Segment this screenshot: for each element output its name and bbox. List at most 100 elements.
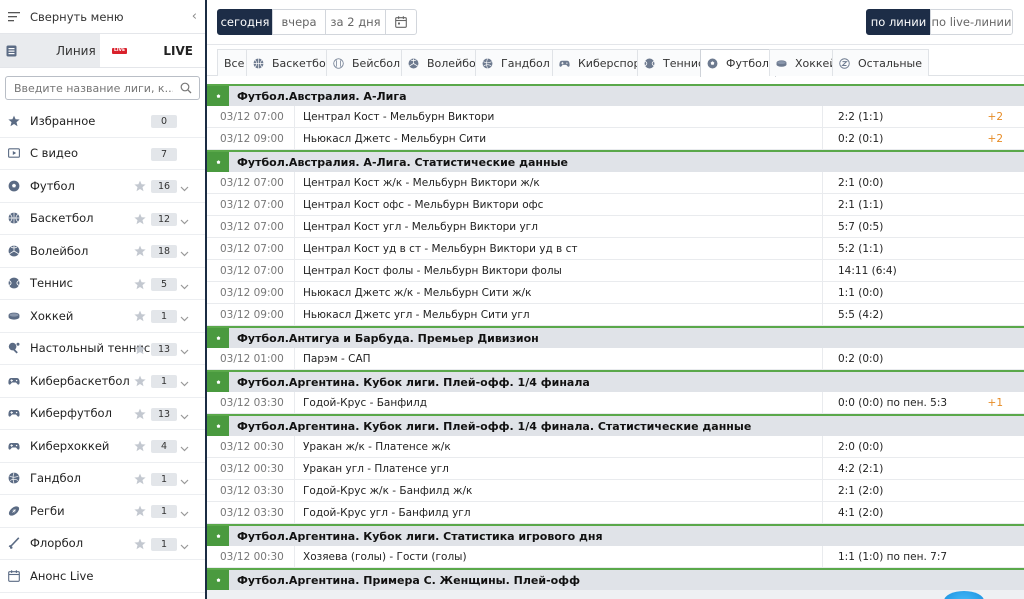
event-time: 03/12 07:00 (220, 220, 284, 233)
sidebar-item-label: Избранное (30, 113, 96, 128)
chevron-down-icon[interactable] (180, 506, 189, 520)
basketball-icon (7, 212, 20, 225)
favorite-star-icon[interactable] (134, 245, 146, 260)
league-search-input[interactable] (6, 77, 199, 99)
collapse-menu-button[interactable]: Свернуть меню ‹ (0, 0, 205, 34)
event-row[interactable]: 03/12 01:00 Парэм - САП 0:2 (0:0) (207, 348, 1024, 370)
event-teams: Централ Кост ж/к - Мельбурн Виктори ж/к (294, 172, 822, 193)
league-header[interactable]: Футбол.Антигуа и Барбуда. Премьер Дивизи… (207, 326, 1024, 348)
filter-today[interactable]: сегодня (217, 9, 273, 35)
sidebar-item[interactable]: Футбол 16 (0, 170, 205, 203)
sidebar-item[interactable]: Киберфутбол 13 (0, 398, 205, 430)
favorite-star-icon[interactable] (134, 538, 146, 553)
favorite-star-icon[interactable] (134, 278, 146, 293)
league-header[interactable]: Футбол.Аргентина. Кубок лиги. Статистика… (207, 524, 1024, 546)
league-header[interactable]: Футбол.Австралия. А-Лига. Статистические… (207, 150, 1024, 172)
event-row[interactable]: 03/12 07:00 Централ Кост офс - Мельбурн В… (207, 194, 1024, 216)
event-row[interactable]: 03/12 09:00 Ньюкасл Джетс ж/к - Мельбурн … (207, 282, 1024, 304)
event-teams: Ньюкасл Джетс - Мельбурн Сити (294, 128, 822, 149)
event-row[interactable]: 03/12 07:00 Централ Кост ж/к - Мельбурн В… (207, 172, 1024, 194)
favorite-star-icon[interactable] (134, 505, 146, 520)
chevron-down-icon[interactable] (180, 376, 189, 390)
event-row[interactable]: 03/12 03:30 Годой-Крус - Банфилд 0:0 (0:0)… (207, 392, 1024, 414)
chevron-down-icon[interactable] (180, 311, 189, 325)
event-teams: Годой-Крус ж/к - Банфилд ж/к (294, 480, 822, 501)
more-markets-link[interactable]: +1 (988, 397, 1003, 409)
league-header[interactable]: Футбол.Аргентина. Примера С. Женщины. Пл… (207, 568, 1024, 590)
filter-yesterday[interactable]: вчера (272, 9, 326, 35)
chevron-down-icon[interactable] (180, 279, 189, 293)
calendar-button[interactable] (385, 9, 417, 35)
sport-tab[interactable]: Футбол (700, 49, 776, 77)
event-time: 03/12 07:00 (220, 110, 284, 123)
favorite-star-icon[interactable] (134, 180, 146, 195)
gamepad-icon (7, 374, 20, 387)
sidebar-item[interactable]: Кибербаскетбол 1 (0, 365, 205, 398)
event-teams: Ньюкасл Джетс ж/к - Мельбурн Сити ж/к (294, 282, 822, 303)
chevron-down-icon[interactable] (180, 214, 189, 228)
count-badge: 1 (151, 505, 177, 518)
sport-tab[interactable]: Гандбол (475, 49, 557, 76)
league-header[interactable]: Футбол.Аргентина. Кубок лиги. Плей-офф. … (207, 414, 1024, 436)
league-header[interactable]: Футбол.Австралия. А-Лига (207, 84, 1024, 106)
event-row[interactable]: 03/12 07:00 Централ Кост фолы - Мельбурн … (207, 260, 1024, 282)
event-teams: Парэм - САП (294, 348, 822, 369)
sport-tabs: Все Баскетбол Бейсбол Волейбол Гандбол Киберс… (207, 45, 1024, 77)
chevron-down-icon[interactable] (180, 344, 189, 358)
filter-two-days[interactable]: за 2 дня (325, 9, 386, 35)
sidebar-item[interactable]: Анонс Live (0, 560, 205, 593)
favorite-star-icon[interactable] (134, 440, 146, 455)
league-title: Футбол.Аргентина. Кубок лиги. Плей-офф. … (237, 375, 590, 389)
sidebar-item[interactable]: Гандбол 1 (0, 463, 205, 495)
event-row[interactable]: 03/12 03:30 Годой-Крус угл - Банфилд угл 4… (207, 502, 1024, 524)
event-score: 2:1 (1:1) (822, 194, 997, 215)
filter-by-line[interactable]: по линии (866, 9, 931, 35)
event-row[interactable]: 03/12 00:30 Уракан угл - Платенсе угл 4:2 … (207, 458, 1024, 480)
chat-bubble-button[interactable] (944, 591, 984, 599)
sidebar-item[interactable]: Теннис 5 (0, 268, 205, 300)
more-markets-link[interactable]: +2 (988, 111, 1003, 123)
chevron-down-icon[interactable] (180, 474, 189, 488)
favorite-star-icon[interactable] (134, 408, 146, 423)
search-icon[interactable] (180, 82, 192, 94)
favorite-star-icon[interactable] (134, 343, 146, 358)
sidebar-item[interactable]: Киберхоккей 4 (0, 430, 205, 463)
event-row[interactable]: 03/12 09:00 Ньюкасл Джетс угл - Мельбурн … (207, 304, 1024, 326)
chevron-down-icon[interactable] (180, 246, 189, 260)
event-row[interactable]: 03/12 07:00 Централ Кост угл - Мельбурн В… (207, 216, 1024, 238)
basketball-icon (253, 58, 264, 69)
sidebar-item[interactable]: Избранное 0 (0, 105, 205, 138)
event-row[interactable]: 03/12 07:00 Централ Кост уд в ст - Мельбу… (207, 238, 1024, 260)
sidebar-item[interactable]: Баскетбол 12 (0, 203, 205, 235)
sidebar-item[interactable]: Настольный теннис 13 (0, 333, 205, 365)
favorite-star-icon[interactable] (134, 473, 146, 488)
favorite-star-icon[interactable] (134, 375, 146, 390)
sidebar-item[interactable]: С видео 7 (0, 138, 205, 170)
league-header[interactable]: Футбол.Аргентина. Кубок лиги. Плей-офф. … (207, 370, 1024, 392)
tab-live[interactable]: LIVE LIVE (100, 34, 205, 67)
event-row[interactable]: 03/12 09:00 Ньюкасл Джетс - Мельбурн Сити… (207, 128, 1024, 150)
filter-by-live-line[interactable]: по live-линии (930, 9, 1013, 35)
chevron-down-icon[interactable] (180, 181, 189, 195)
sport-tab[interactable]: Остальные (832, 49, 930, 76)
sidebar-tabs: Линия LIVE LIVE (0, 34, 205, 68)
chevron-down-icon[interactable] (180, 441, 189, 455)
sidebar-item[interactable]: Хоккей 1 (0, 300, 205, 333)
chevron-down-icon[interactable] (180, 539, 189, 553)
more-markets-link[interactable]: +2 (988, 133, 1003, 145)
sidebar-item[interactable]: Флорбол 1 (0, 528, 205, 560)
sidebar-item-label: Настольный теннис (30, 341, 151, 356)
soccer-ball-icon (207, 86, 229, 106)
event-row[interactable]: 03/12 07:00 Централ Кост - Мельбурн Викто… (207, 106, 1024, 128)
favorite-star-icon[interactable] (134, 310, 146, 325)
list-icon (6, 45, 17, 56)
sport-tab[interactable]: Бейсбол (326, 49, 408, 76)
event-row[interactable]: 03/12 00:30 Хозяева (голы) - Гости (голы)… (207, 546, 1024, 568)
sidebar-item[interactable]: Регби 1 (0, 495, 205, 528)
event-row[interactable]: 03/12 03:30 Годой-Крус ж/к - Банфилд ж/к 2… (207, 480, 1024, 502)
event-row[interactable]: 03/12 00:30 Уракан ж/к - Платенсе ж/к 2:0 … (207, 436, 1024, 458)
favorite-star-icon[interactable] (134, 213, 146, 228)
tab-line[interactable]: Линия (0, 34, 100, 67)
chevron-down-icon[interactable] (180, 409, 189, 423)
sidebar-item[interactable]: Волейбол 18 (0, 235, 205, 268)
